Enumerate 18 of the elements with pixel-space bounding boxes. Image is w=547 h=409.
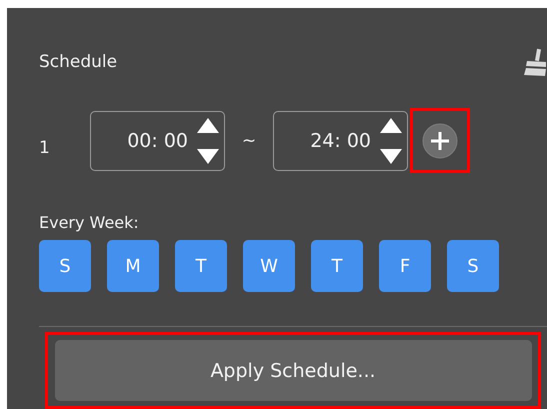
day-toggle[interactable]: T	[175, 240, 227, 292]
start-time-field[interactable]: 00: 00	[90, 110, 225, 171]
add-icon[interactable]	[422, 122, 458, 159]
apply-schedule-button[interactable]: Apply Schedule...	[54, 340, 532, 402]
spinner-icon[interactable]	[379, 116, 403, 166]
panel-title: Schedule	[39, 52, 118, 72]
day-toggle[interactable]: T	[311, 240, 363, 292]
end-time-field[interactable]: 24: 00	[273, 110, 408, 171]
week-label: Every Week:	[39, 213, 140, 232]
spinner-icon[interactable]	[196, 116, 220, 166]
day-toggle[interactable]: M	[107, 240, 159, 292]
day-toggle[interactable]: S	[447, 240, 499, 292]
row-number: 1	[39, 136, 51, 158]
day-toggle[interactable]: F	[379, 240, 431, 292]
day-toggle[interactable]: W	[243, 240, 295, 292]
broom-icon[interactable]	[521, 46, 547, 77]
day-toggle[interactable]: S	[39, 240, 91, 292]
range-separator: ~	[240, 130, 258, 151]
